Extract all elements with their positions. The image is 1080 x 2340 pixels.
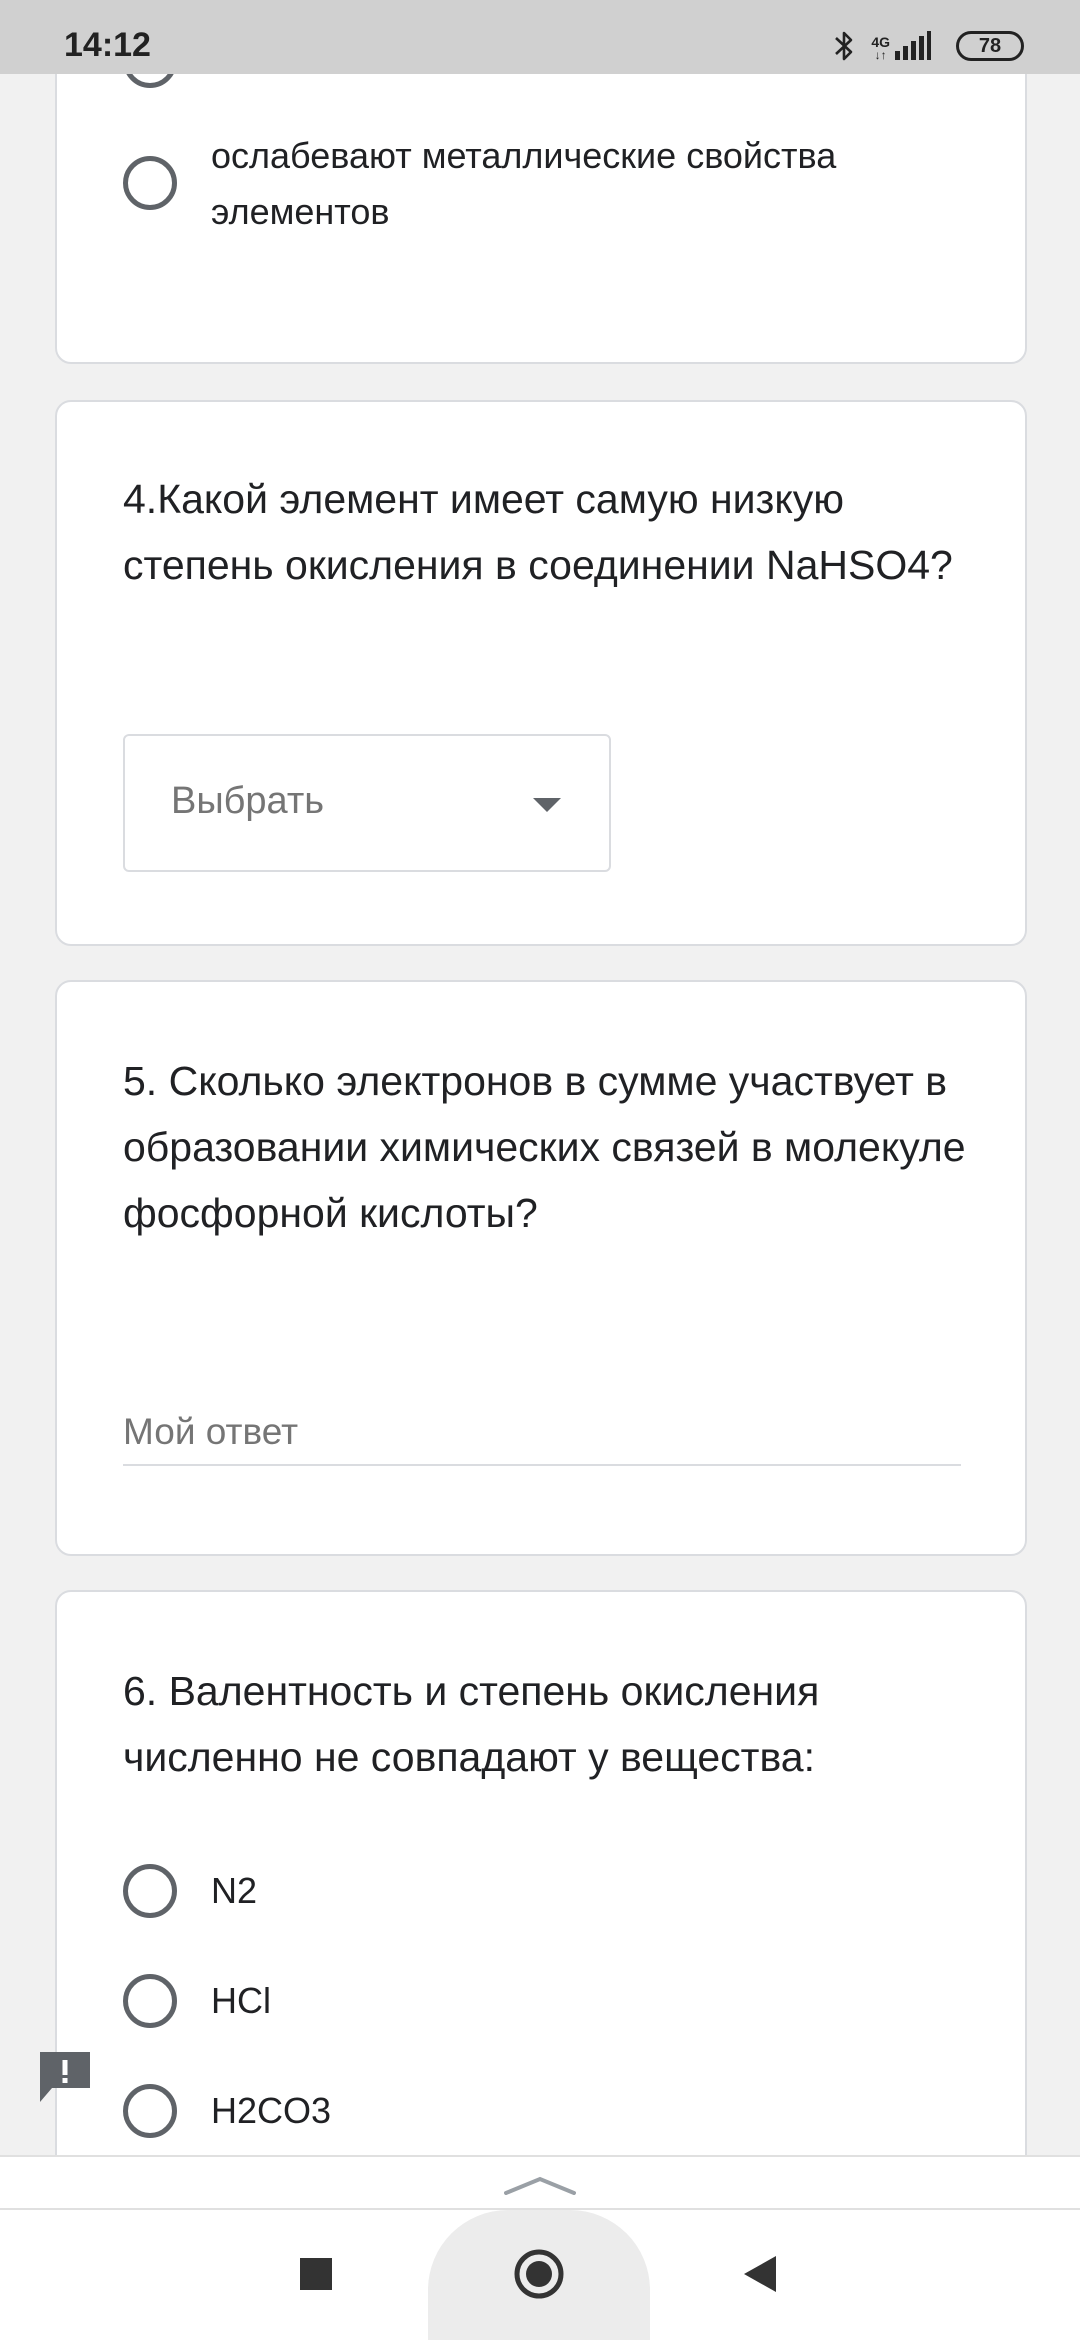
option-label: H2CO3 — [211, 2090, 332, 2131]
option-radio[interactable]: HCl — [123, 1974, 271, 2029]
answer-dropdown[interactable]: Выбрать — [123, 734, 611, 872]
radio-button[interactable] — [123, 156, 177, 210]
network-indicator: 4G ↓↑ — [871, 31, 932, 61]
bottom-sheet-handle-bar[interactable] — [0, 2155, 1080, 2210]
data-activity-icon: ↓↑ — [874, 48, 887, 62]
arrow-drop-down-icon — [533, 798, 561, 812]
question-card-5: 5. Сколько электронов в сумме участвует … — [55, 980, 1027, 1556]
option-radio[interactable]: N2 — [123, 1864, 257, 1919]
status-bar: 14:12 4G ↓↑ 78 — [0, 0, 1080, 74]
feedback-icon[interactable] — [36, 2048, 94, 2106]
question-card-6: 6. Валентность и степень окисления числе… — [55, 1590, 1027, 2155]
option-radio[interactable]: H2CO3 — [123, 2084, 331, 2139]
signal-strength-icon — [895, 31, 931, 60]
bluetooth-icon — [835, 31, 853, 61]
dropdown-selected-value: Выбрать — [171, 780, 325, 822]
question-title: 5. Сколько электронов в сумме участвует … — [123, 1058, 966, 1236]
answer-text-input[interactable] — [123, 1400, 961, 1466]
radio-button[interactable] — [123, 1974, 177, 2028]
option-label: ослабевают металлические свойства элемен… — [211, 135, 837, 232]
chevron-up-icon[interactable] — [504, 2175, 576, 2195]
question-card-4: 4.Какой элемент имеет самую низкую степе… — [55, 400, 1027, 946]
home-circle-icon[interactable] — [513, 2248, 565, 2300]
option-label: N2 — [211, 1870, 258, 1911]
radio-button[interactable] — [123, 1864, 177, 1918]
status-time: 14:12 — [64, 26, 151, 64]
network-type-label: 4G — [871, 34, 890, 50]
option-radio[interactable]: ослабевают металлические свойства элемен… — [123, 128, 971, 240]
option-label: HCl — [211, 1980, 271, 2021]
status-icons: 4G ↓↑ 78 — [831, 26, 1024, 66]
radio-button[interactable] — [123, 2084, 177, 2138]
form-content: окисления элементов ослабевают металличе… — [0, 0, 1080, 2155]
square-icon[interactable] — [300, 2258, 332, 2290]
system-navigation-bar — [0, 2210, 1080, 2340]
question-title: 4.Какой элемент имеет самую низкую степе… — [123, 476, 953, 588]
question-title: 6. Валентность и степень окисления числе… — [123, 1668, 820, 1780]
battery-indicator: 78 — [956, 31, 1024, 61]
triangle-back-icon[interactable] — [742, 2254, 778, 2294]
